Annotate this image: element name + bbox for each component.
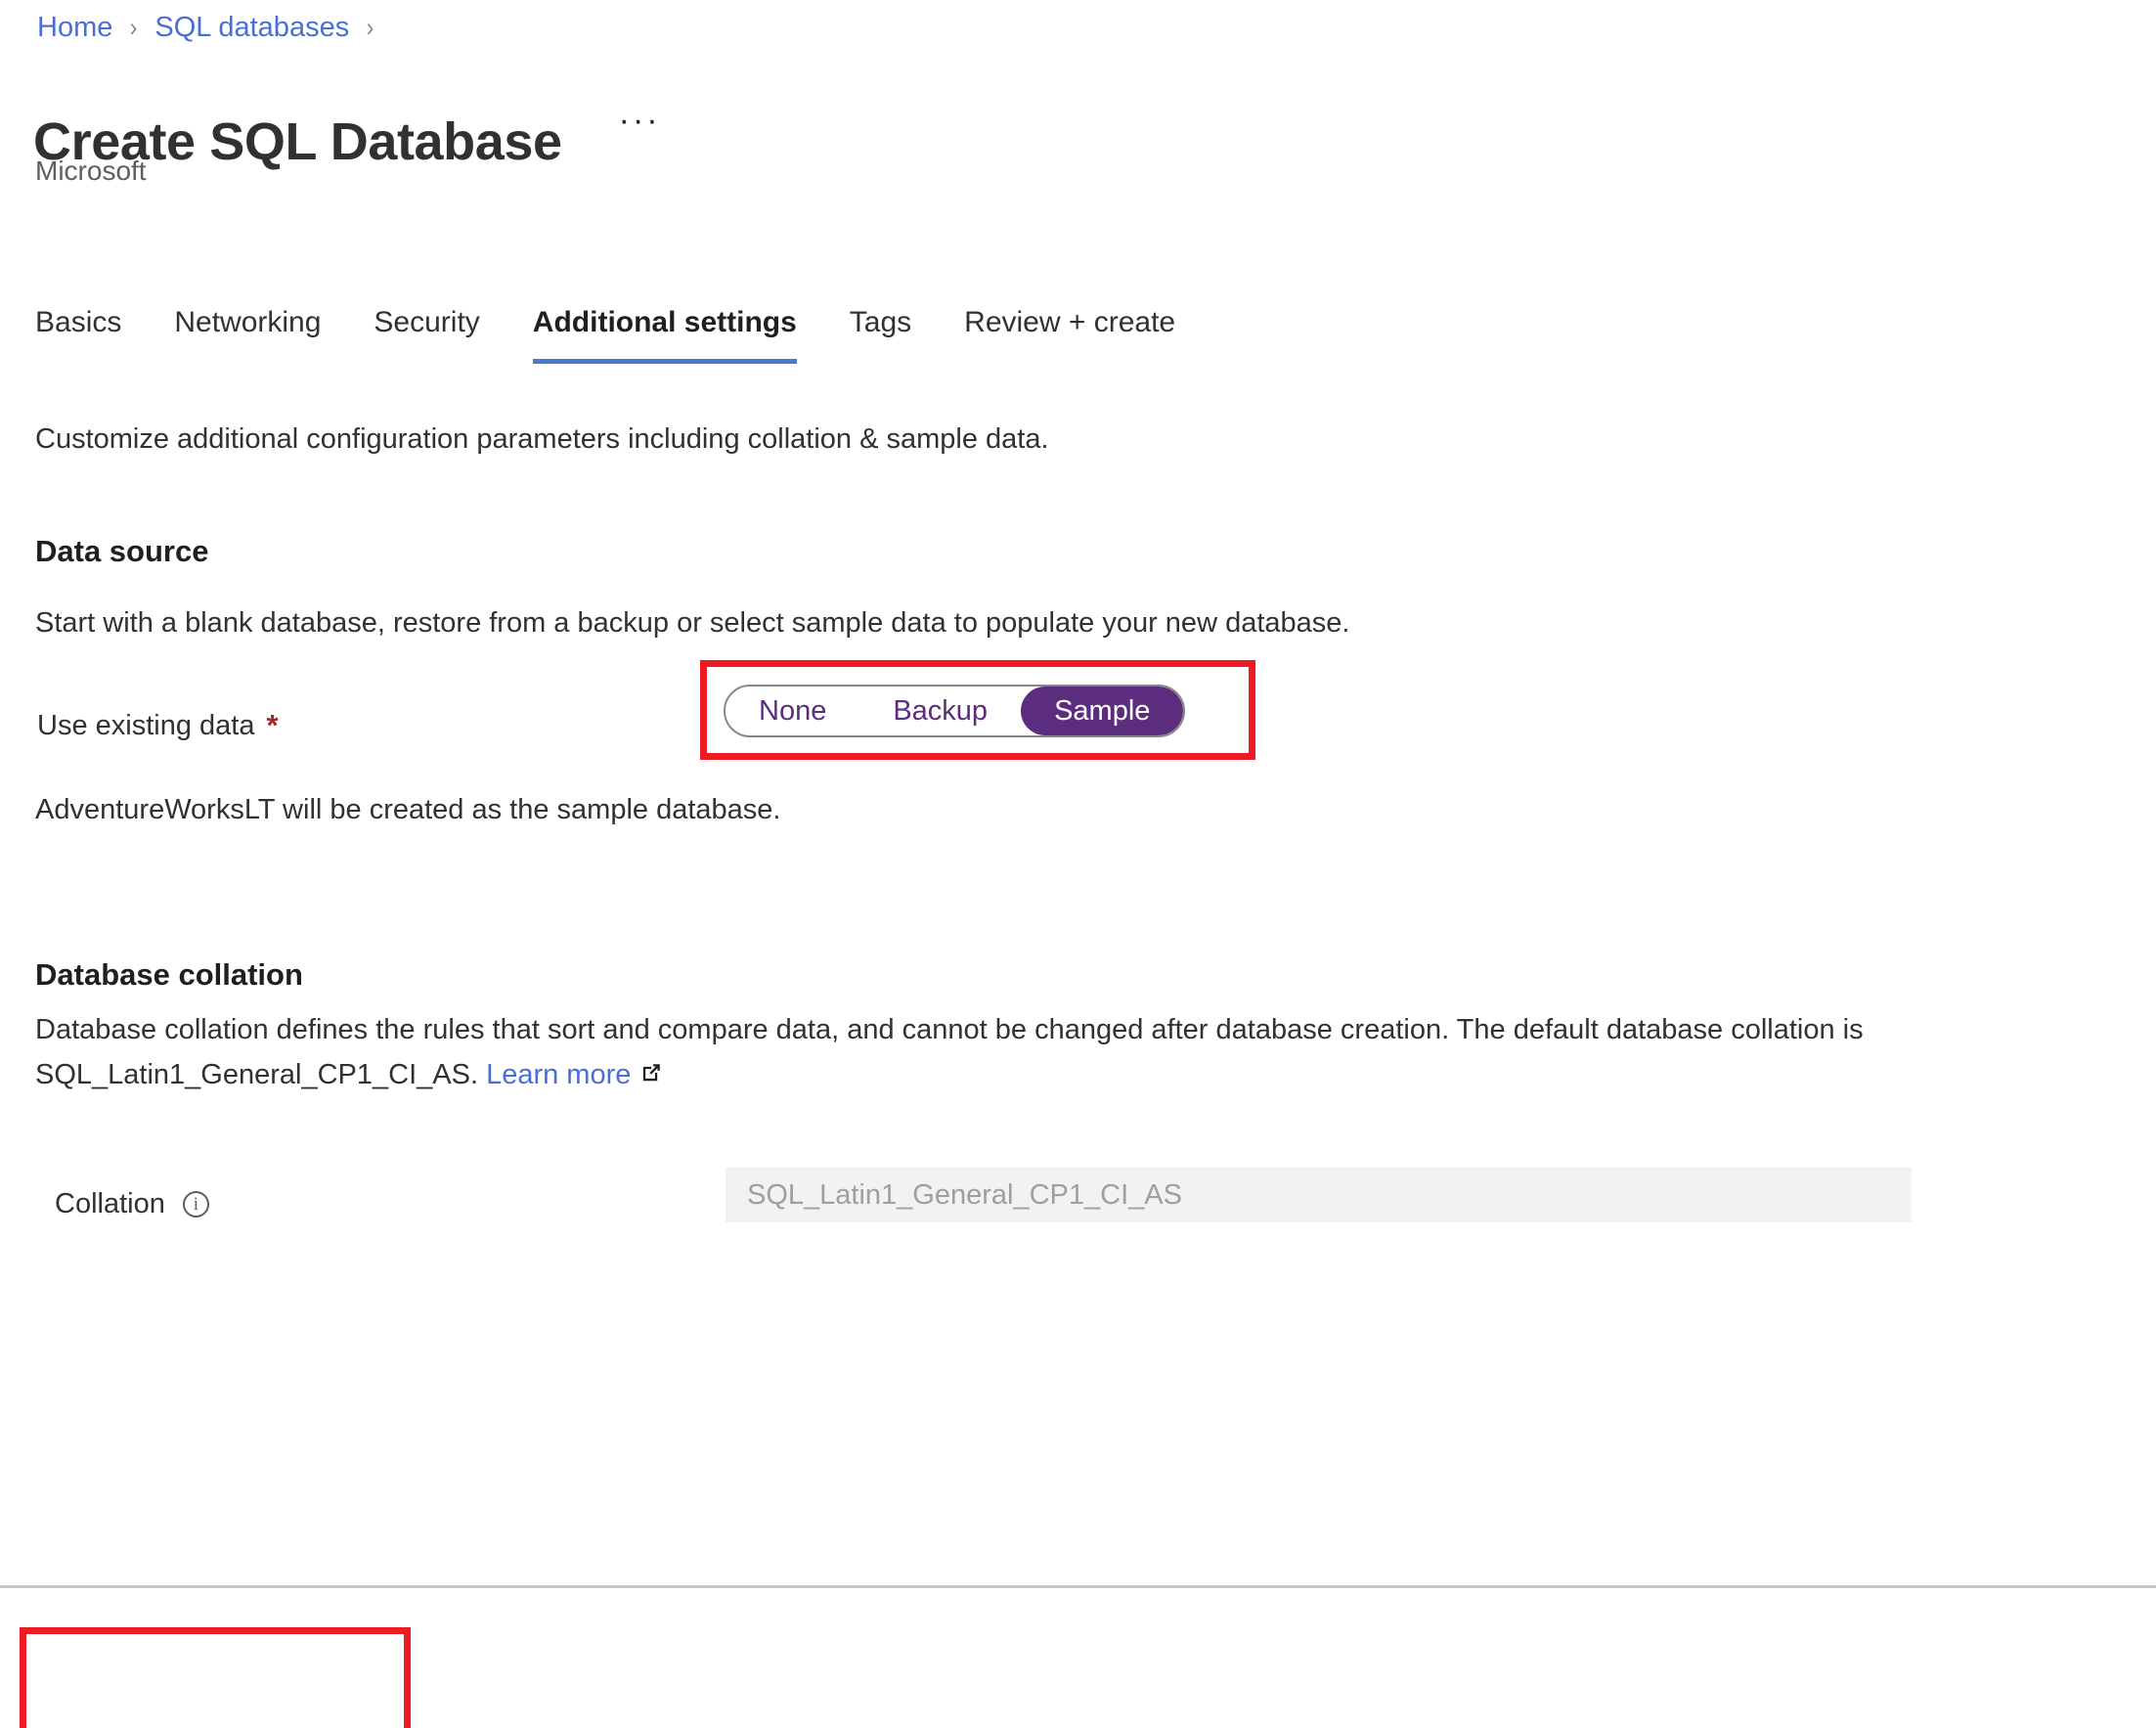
database-collation-description-text: Database collation defines the rules tha… [35, 1014, 1864, 1090]
use-existing-data-label-text: Use existing data [37, 710, 255, 741]
collation-label: Collation i [55, 1185, 209, 1222]
publisher-label: Microsoft [35, 155, 147, 186]
tab-basics[interactable]: Basics [35, 303, 121, 364]
external-link-icon [638, 1054, 664, 1099]
breadcrumb-separator-icon: › [366, 13, 374, 42]
wizard-tabs: Basics Networking Security Additional se… [35, 303, 1175, 364]
breadcrumb-item-sql-databases[interactable]: SQL databases [154, 10, 349, 45]
learn-more-link[interactable]: Learn more [486, 1059, 631, 1090]
collation-label-text: Collation [55, 1188, 165, 1219]
section-heading-data-source: Data source [35, 533, 209, 568]
breadcrumb: Home › SQL databases › [37, 10, 391, 45]
tab-security[interactable]: Security [374, 303, 479, 364]
use-existing-data-segmented-control: None Backup Sample [724, 685, 1186, 737]
info-icon[interactable]: i [182, 1190, 209, 1218]
collation-input[interactable] [726, 1168, 1912, 1222]
page-header: Create SQL Database ··· [33, 76, 667, 207]
tab-networking[interactable]: Networking [174, 303, 321, 364]
create-sql-database-page: Home › SQL databases › Create SQL Databa… [0, 0, 2156, 1728]
section-heading-database-collation: Database collation [35, 956, 303, 992]
data-source-description: Start with a blank database, restore fro… [35, 607, 1350, 639]
segment-option-none[interactable]: None [726, 687, 859, 735]
database-collation-description: Database collation defines the rules tha… [35, 1007, 1873, 1099]
more-options-icon[interactable]: ··· [613, 98, 667, 143]
required-asterisk: * [266, 708, 279, 742]
tab-description: Customize additional configuration param… [35, 423, 1049, 455]
footer-bar: Review + create < Previous Next : Tags > [0, 1588, 2156, 1728]
tab-additional-settings[interactable]: Additional settings [532, 303, 797, 364]
breadcrumb-separator-icon: › [130, 13, 138, 42]
breadcrumb-item-home[interactable]: Home [37, 10, 112, 45]
use-existing-data-label: Use existing data * [37, 707, 279, 744]
tab-review-create[interactable]: Review + create [964, 303, 1175, 364]
tab-tags[interactable]: Tags [850, 303, 911, 364]
segment-option-backup[interactable]: Backup [859, 687, 1021, 735]
segment-option-sample[interactable]: Sample [1021, 687, 1184, 735]
sample-database-note: AdventureWorksLT will be created as the … [35, 794, 781, 825]
